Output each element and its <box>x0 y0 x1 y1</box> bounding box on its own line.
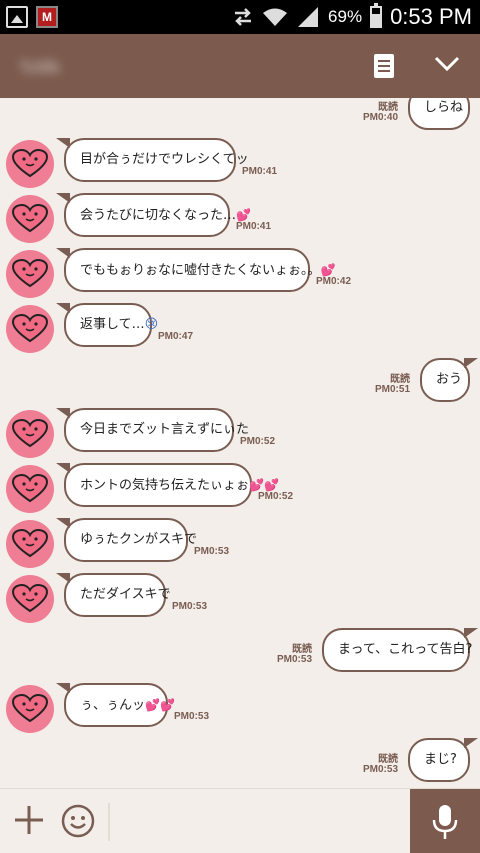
message-input[interactable] <box>108 803 404 841</box>
heart-face-icon <box>10 693 50 728</box>
message-timestamp: PM0:53 <box>174 711 210 722</box>
message-text: ぅ、ぅんッ <box>80 698 146 713</box>
incoming-message-bubble[interactable]: 今日までズット言えずにぃた <box>56 408 249 452</box>
heart-face-icon <box>10 528 50 563</box>
battery-icon <box>370 3 383 28</box>
message-timestamp: PM0:42 <box>316 276 352 287</box>
message-timestamp: PM0:52 <box>240 436 276 447</box>
message-text: 目が合ぅだけでウレシくてッ <box>80 152 249 167</box>
heart-face-icon <box>10 473 50 508</box>
data-transfer-icon <box>235 8 252 26</box>
message-text: ゆぅたクンがスキで <box>80 532 198 547</box>
avatar[interactable] <box>6 140 54 188</box>
message-text: 会うたびに切なくなった… <box>80 208 237 223</box>
microphone-icon <box>432 805 458 839</box>
battery-percentage: 69% <box>328 7 363 26</box>
message-timestamp: PM0:51 <box>374 384 410 395</box>
note-icon[interactable] <box>374 54 394 78</box>
avatar[interactable] <box>6 195 54 243</box>
incoming-message-bubble[interactable]: ただダイスキで <box>56 573 171 617</box>
message-text: 今日までズット言えずにぃた <box>80 422 250 437</box>
heart-face-icon <box>10 583 50 618</box>
heart-face-icon <box>10 313 50 348</box>
outgoing-message-bubble[interactable]: まって、これって告白? <box>322 628 478 672</box>
status-bar: M 69% 0:53 PM <box>0 0 480 34</box>
message-text: しらね <box>424 100 464 115</box>
mic-button[interactable] <box>410 789 480 853</box>
read-receipt: 既読 <box>292 644 312 655</box>
outgoing-message-bubble[interactable]: おう <box>420 358 478 402</box>
hearts-emoji: 💕💕 <box>145 698 175 712</box>
message-timestamp: PM0:40 <box>362 112 398 123</box>
heart-face-icon <box>10 418 50 453</box>
image-icon <box>6 6 28 28</box>
incoming-message-bubble[interactable]: でももぉりぉなに嘘付きたくないょぉ。。💕 <box>56 248 335 292</box>
message-timestamp: PM0:53 <box>362 764 398 775</box>
message-timestamp: PM0:53 <box>194 546 230 557</box>
message-timestamp: PM0:52 <box>258 491 294 502</box>
message-text: 返事して… <box>80 317 145 332</box>
message-text: ただダイスキで <box>80 587 171 602</box>
message-text: でももぉりぉなに嘘付きたくないょぉ。。 <box>80 263 321 278</box>
heart-face-icon <box>10 258 50 293</box>
hearts-emoji: 💕 <box>236 208 251 222</box>
incoming-message-bubble[interactable]: 返事して…😢 <box>56 303 158 347</box>
smile-icon[interactable] <box>60 803 96 839</box>
incoming-message-bubble[interactable]: ホントの気持ち伝えたぃょぉ💕💕 <box>56 463 279 507</box>
incoming-message-bubble[interactable]: ぅ、ぅんッ💕💕 <box>56 683 175 727</box>
chat-title[interactable]: ｳｪﾙｶﾑ <box>20 53 150 79</box>
mcafee-icon: M <box>36 6 58 28</box>
message-timestamp: PM0:41 <box>242 166 278 177</box>
message-text: まって、これって告白? <box>338 642 473 657</box>
hearts-emoji: 💕💕 <box>249 478 279 492</box>
plus-icon[interactable] <box>12 803 46 837</box>
message-timestamp: PM0:47 <box>158 331 194 342</box>
chat-header: ｳｪﾙｶﾑ <box>0 34 480 98</box>
avatar[interactable] <box>6 575 54 623</box>
crying-emoji: 😢 <box>144 317 159 332</box>
read-receipt: 既読 <box>378 754 398 765</box>
message-list[interactable]: しらね 既読 PM0:40 目が合ぅだけでウレシくてッ PM0:41 会うたびに切なくなっ… <box>0 98 480 788</box>
heart-face-icon <box>10 148 50 183</box>
message-text: ホントの気持ち伝えたぃょぉ <box>80 478 250 493</box>
avatar[interactable] <box>6 520 54 568</box>
message-timestamp: PM0:41 <box>236 221 272 232</box>
outgoing-message-bubble[interactable]: まじ? <box>408 738 478 782</box>
hearts-emoji: 💕 <box>320 263 336 277</box>
incoming-message-bubble[interactable]: 目が合ぅだけでウレシくてッ <box>56 138 249 182</box>
chevron-down-icon[interactable] <box>432 48 462 78</box>
incoming-message-bubble[interactable]: ゆぅたクンがスキで <box>56 518 197 562</box>
clock: 0:53 PM <box>390 4 472 29</box>
heart-face-icon <box>10 203 50 238</box>
avatar[interactable] <box>6 305 54 353</box>
outgoing-message-bubble[interactable]: しらね <box>408 98 470 130</box>
message-timestamp: PM0:53 <box>172 601 208 612</box>
avatar[interactable] <box>6 685 54 733</box>
avatar[interactable] <box>6 250 54 298</box>
read-receipt: 既読 <box>390 374 410 385</box>
incoming-message-bubble[interactable]: 会うたびに切なくなった…💕 <box>56 193 251 237</box>
wifi-icon <box>263 8 288 26</box>
avatar[interactable] <box>6 410 54 458</box>
message-timestamp: PM0:53 <box>276 654 312 665</box>
message-text: おう <box>436 372 463 387</box>
signal-icon <box>298 7 319 27</box>
read-receipt: 既読 <box>378 102 398 113</box>
avatar[interactable] <box>6 465 54 513</box>
input-bar <box>0 788 480 853</box>
message-text: まじ? <box>424 752 457 767</box>
